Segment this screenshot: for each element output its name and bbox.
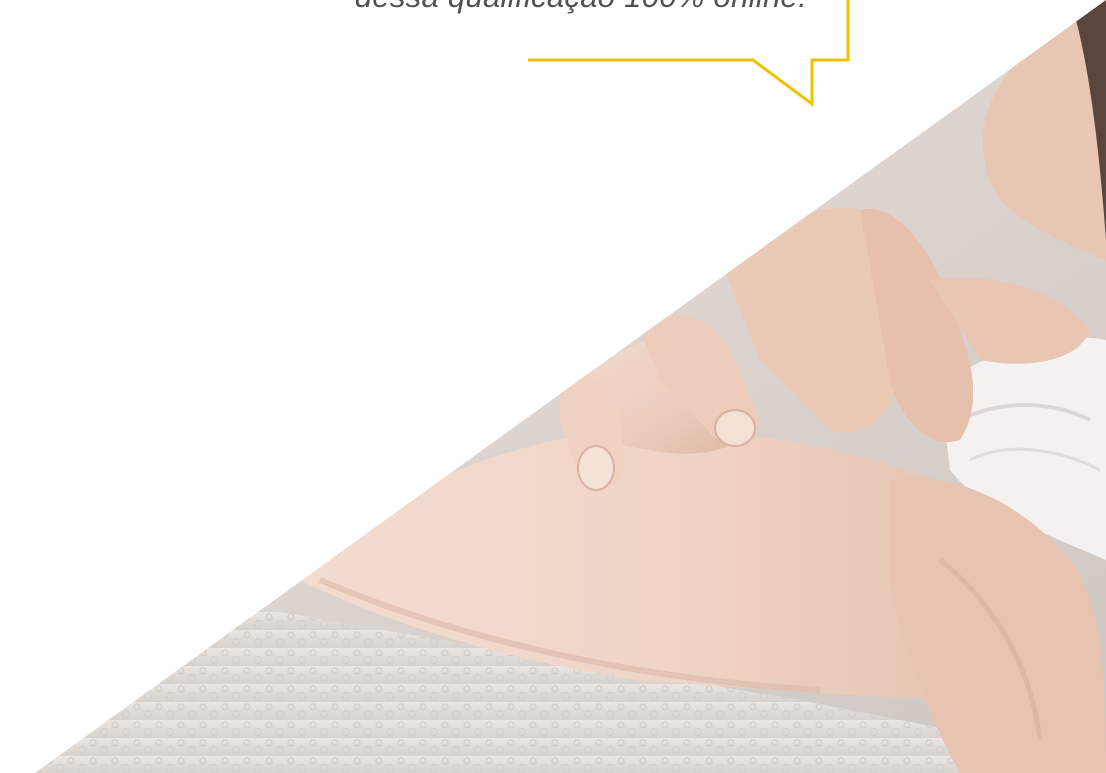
hands-on-arm-photo (0, 0, 1106, 773)
quote-text: dessa qualificação 100% online. (0, 0, 1090, 15)
page: dessa qualificação 100% online. (0, 0, 1106, 773)
